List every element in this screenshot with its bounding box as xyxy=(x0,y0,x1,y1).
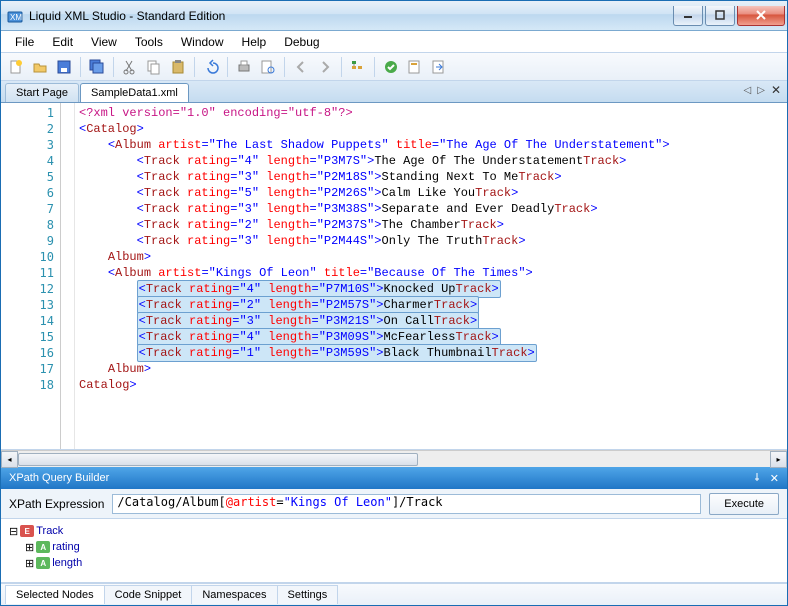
tree-node[interactable]: length xyxy=(52,557,82,569)
tab-close-icon[interactable]: ✕ xyxy=(771,83,781,97)
code-editor[interactable]: 1 2 3 4 5 6 7 8 9 10 11 12 13 14 15 16 1… xyxy=(1,103,787,450)
tab-settings[interactable]: Settings xyxy=(277,585,339,604)
menu-window[interactable]: Window xyxy=(173,33,232,51)
element-badge-icon: E xyxy=(20,525,34,537)
scroll-thumb[interactable] xyxy=(18,453,418,466)
undo-icon[interactable] xyxy=(200,56,222,78)
open-folder-icon[interactable] xyxy=(29,56,51,78)
nav-forward-icon[interactable] xyxy=(314,56,336,78)
new-file-icon[interactable] xyxy=(5,56,27,78)
paste-icon[interactable] xyxy=(167,56,189,78)
menu-debug[interactable]: Debug xyxy=(276,33,327,51)
tab-code-snippet[interactable]: Code Snippet xyxy=(104,585,193,604)
pin-icon[interactable] xyxy=(752,472,762,485)
xpath-row: XPath Expression /Catalog/Album[@artist=… xyxy=(1,489,787,519)
copy-icon[interactable] xyxy=(143,56,165,78)
tab-prev-icon[interactable]: ◁ xyxy=(744,85,752,96)
app-window: XML Liquid XML Studio - Standard Edition… xyxy=(0,0,788,606)
menu-help[interactable]: Help xyxy=(234,33,275,51)
maximize-button[interactable] xyxy=(705,6,735,26)
tree-icon[interactable] xyxy=(347,56,369,78)
print-icon[interactable] xyxy=(233,56,255,78)
transform-icon[interactable] xyxy=(428,56,450,78)
xpath-panel-header: XPath Query Builder ✕ xyxy=(1,467,787,489)
scroll-right-icon[interactable]: ▸ xyxy=(770,451,787,468)
scroll-left-icon[interactable]: ◂ xyxy=(1,451,18,468)
nav-back-icon[interactable] xyxy=(290,56,312,78)
tab-selected-nodes[interactable]: Selected Nodes xyxy=(5,585,105,604)
expand-icon[interactable]: ⊞ xyxy=(25,557,34,570)
app-icon: XML xyxy=(7,8,23,24)
expand-icon[interactable]: ⊞ xyxy=(25,541,34,554)
schema-icon[interactable] xyxy=(404,56,426,78)
execute-button[interactable]: Execute xyxy=(709,493,779,515)
svg-text:XML: XML xyxy=(10,13,23,22)
window-title: Liquid XML Studio - Standard Edition xyxy=(29,9,673,23)
tab-start-page[interactable]: Start Page xyxy=(5,83,79,102)
panel-close-icon[interactable]: ✕ xyxy=(770,472,779,485)
tab-next-icon[interactable]: ▷ xyxy=(757,85,765,96)
menubar: File Edit View Tools Window Help Debug xyxy=(1,31,787,53)
print-preview-icon[interactable] xyxy=(257,56,279,78)
attribute-badge-icon: A xyxy=(36,541,50,553)
close-button[interactable] xyxy=(737,6,785,26)
line-gutter: 1 2 3 4 5 6 7 8 9 10 11 12 13 14 15 16 1… xyxy=(1,103,61,449)
toolbar xyxy=(1,53,787,81)
xpath-panel-title: XPath Query Builder xyxy=(9,472,109,484)
tree-node[interactable]: rating xyxy=(52,541,80,553)
validate-ok-icon[interactable] xyxy=(380,56,402,78)
save-all-icon[interactable] xyxy=(86,56,108,78)
minimize-button[interactable] xyxy=(673,6,703,26)
menu-tools[interactable]: Tools xyxy=(127,33,171,51)
document-tabs: Start Page SampleData1.xml ◁ ▷ ✕ xyxy=(1,81,787,103)
cut-icon[interactable] xyxy=(119,56,141,78)
horizontal-scrollbar[interactable]: ◂ ▸ xyxy=(1,450,787,467)
attribute-badge-icon: A xyxy=(36,557,50,569)
save-icon[interactable] xyxy=(53,56,75,78)
xpath-input[interactable]: /Catalog/Album[@artist="Kings Of Leon"]/… xyxy=(112,494,701,514)
results-tree[interactable]: ⊟E Track ⊞A rating ⊞A length xyxy=(1,519,787,583)
menu-edit[interactable]: Edit xyxy=(44,33,81,51)
menu-file[interactable]: File xyxy=(7,33,42,51)
menu-view[interactable]: View xyxy=(83,33,125,51)
tab-sample-data[interactable]: SampleData1.xml xyxy=(80,83,189,102)
bottom-tabs: Selected Nodes Code Snippet Namespaces S… xyxy=(1,583,787,605)
tab-namespaces[interactable]: Namespaces xyxy=(191,585,277,604)
window-buttons xyxy=(673,6,785,26)
tree-node[interactable]: Track xyxy=(36,525,63,537)
expand-icon[interactable]: ⊟ xyxy=(9,525,18,538)
xpath-label: XPath Expression xyxy=(9,497,104,511)
code-area[interactable]: <?xml version="1.0" encoding="utf-8"?><C… xyxy=(75,103,787,449)
titlebar: XML Liquid XML Studio - Standard Edition xyxy=(1,1,787,31)
